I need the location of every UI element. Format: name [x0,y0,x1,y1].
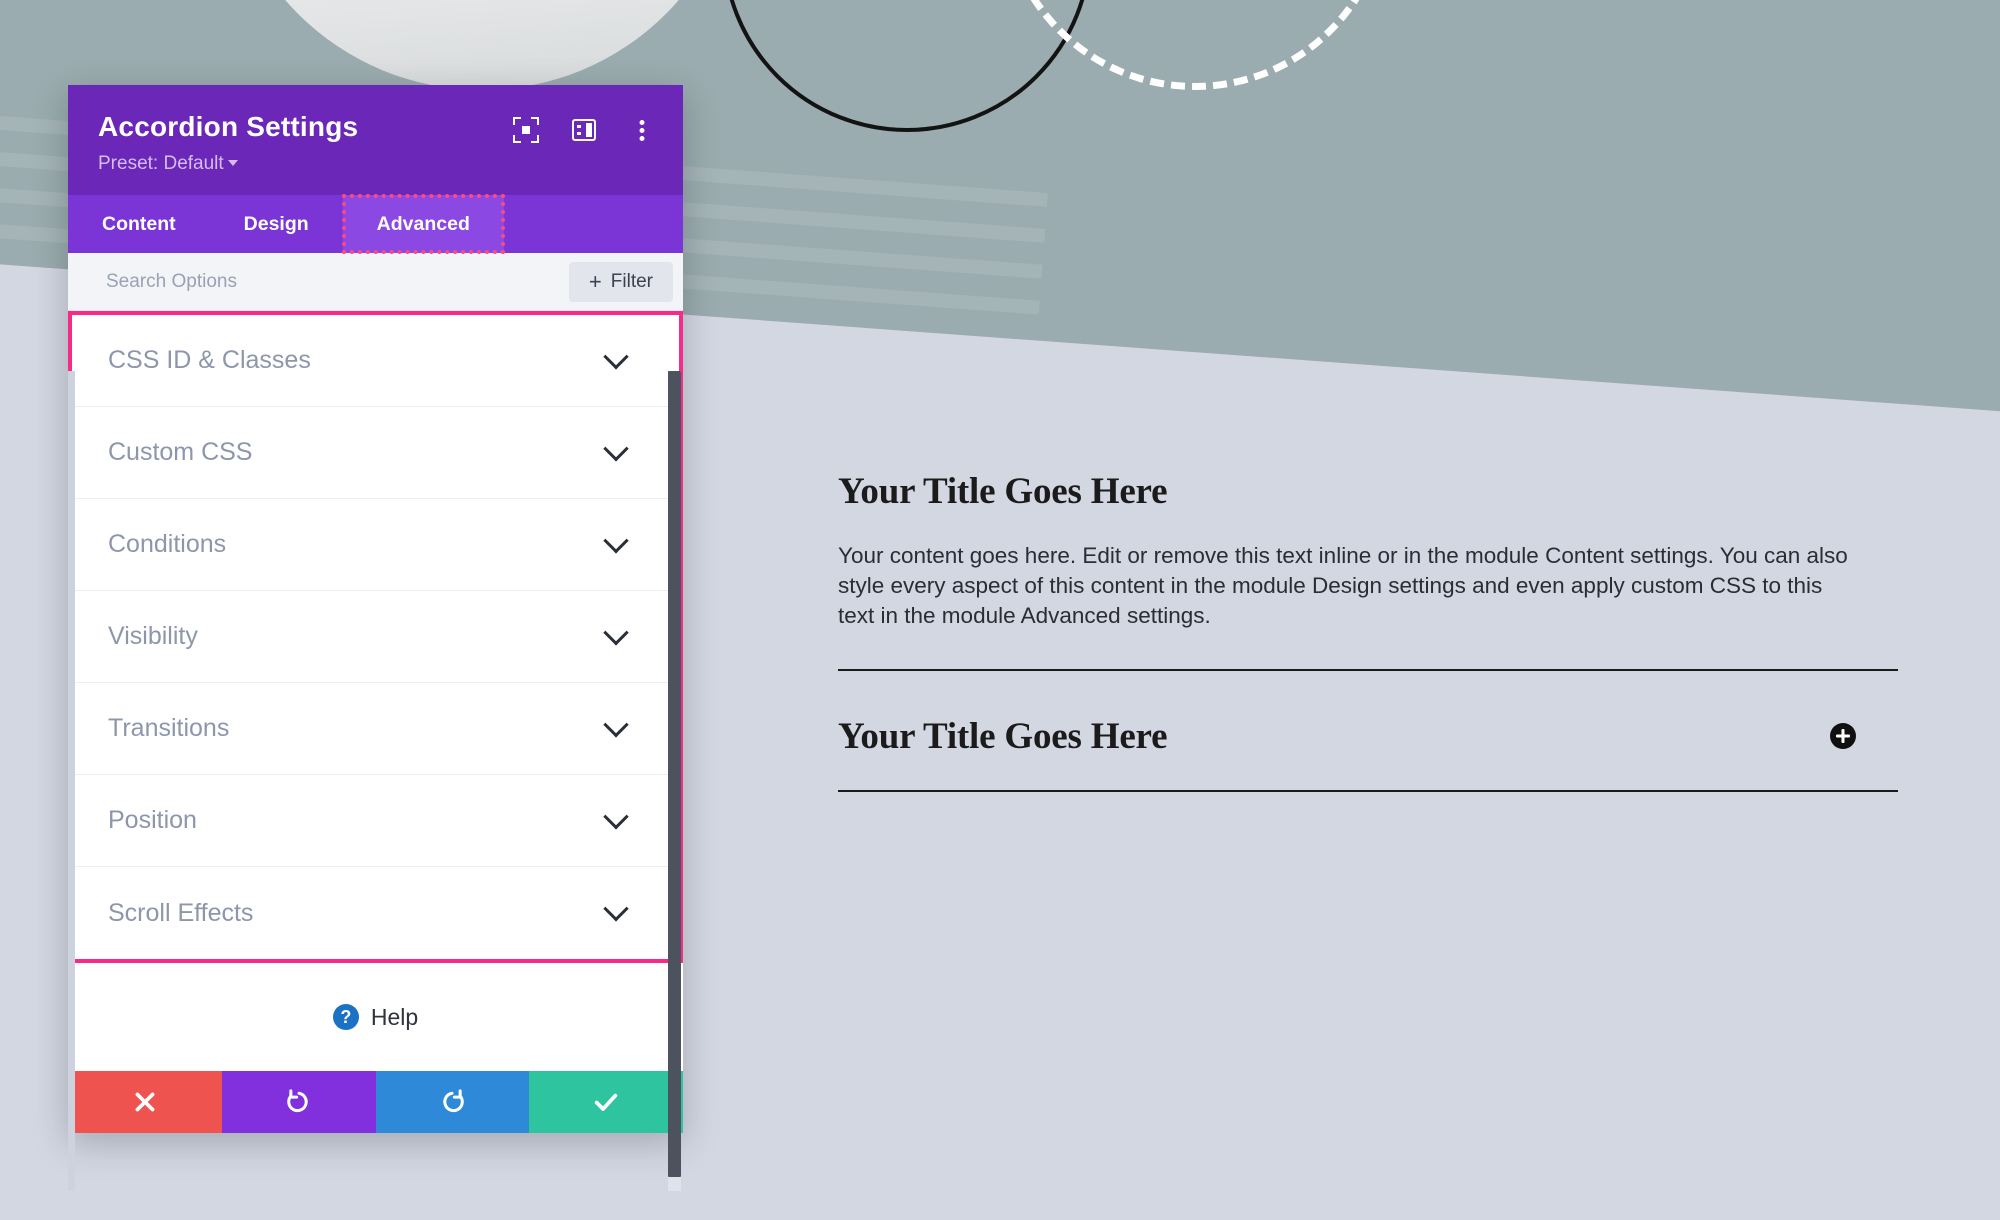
expand-view-icon[interactable] [513,117,539,143]
search-row: + Filter [68,253,683,311]
chevron-down-icon[interactable] [603,435,629,461]
accordion-item-2-title[interactable]: Your Title Goes Here [838,715,1168,758]
preset-selector[interactable]: Preset: Default [98,153,653,175]
accordion-item-1-body[interactable]: Your content goes here. Edit or remove t… [838,541,1858,631]
tab-design[interactable]: Design [210,195,343,253]
redo-button[interactable] [375,1071,530,1133]
chevron-down-icon [227,160,238,166]
preset-label: Preset: Default [98,153,224,174]
help-icon[interactable]: ? [332,1004,359,1030]
option-row-custom-css[interactable]: Custom CSS [72,407,679,499]
chevron-down-icon[interactable] [603,527,629,553]
option-row-transitions[interactable]: Transitions [72,683,679,775]
more-options-icon[interactable] [629,117,655,143]
option-row-css-id-classes[interactable]: CSS ID & Classes [72,315,679,407]
chess-photo-circle [222,0,742,90]
option-row-position[interactable]: Position [72,775,679,867]
filter-button[interactable]: + Filter [568,261,673,302]
tab-content[interactable]: Content [68,195,210,253]
cancel-button[interactable] [68,1071,222,1133]
save-button[interactable] [529,1071,683,1133]
undo-button[interactable] [221,1071,376,1133]
chevron-down-icon[interactable] [603,619,629,645]
modal-scrollbar-thumb[interactable] [668,371,681,1177]
tab-advanced[interactable]: Advanced [341,194,505,254]
help-strip: ? Help [68,963,683,1071]
chevron-down-icon[interactable] [603,896,629,922]
check-icon [594,1093,618,1111]
search-input[interactable] [106,270,569,293]
plus-icon[interactable] [1830,723,1856,750]
chevron-down-icon[interactable] [603,343,629,369]
redo-icon [443,1089,465,1113]
option-label: Transitions [108,714,230,742]
chevron-down-icon[interactable] [603,803,629,829]
modal-scrollbar[interactable] [668,371,681,1191]
modal-footer [68,1071,683,1133]
accordion-divider-2 [838,789,1898,792]
modal-header: Accordion Settings Preset: Default [68,85,683,195]
accordion-module-preview: Your Title Goes Here Your content goes h… [838,470,1898,792]
accordion-settings-modal: Accordion Settings Preset: Default Conte… [68,85,683,1191]
option-label: CSS ID & Classes [108,346,311,374]
option-label: Position [108,806,197,834]
modal-tabs: Content Design Advanced [68,194,683,254]
advanced-options-group: CSS ID & Classes Custom CSS Conditions V… [68,311,683,963]
option-row-visibility[interactable]: Visibility [72,591,679,683]
filter-label: Filter [610,270,653,292]
page-root: Your Title Goes Here Your content goes h… [0,0,2000,1220]
accordion-item-2[interactable]: Your Title Goes Here [838,715,1898,758]
option-label: Visibility [108,622,198,650]
chevron-down-icon[interactable] [603,711,629,737]
layout-panel-icon[interactable] [571,117,597,143]
accordion-item-1-title[interactable]: Your Title Goes Here [838,470,1898,513]
modal-scrollbar-track-left[interactable] [68,371,75,1191]
option-label: Scroll Effects [108,898,254,927]
plus-icon: + [588,268,602,294]
option-label: Conditions [108,530,227,558]
help-label[interactable]: Help [371,1004,418,1031]
close-icon [135,1092,155,1112]
undo-icon [286,1089,308,1113]
accordion-divider-1 [838,668,1898,671]
modal-header-icons [513,117,655,143]
option-row-scroll-effects[interactable]: Scroll Effects [72,867,679,959]
option-row-conditions[interactable]: Conditions [72,499,679,591]
option-label: Custom CSS [108,438,253,466]
